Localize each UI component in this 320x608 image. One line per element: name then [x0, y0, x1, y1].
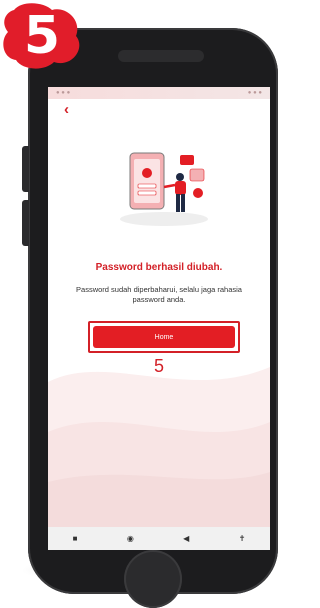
phone-home-button[interactable] — [124, 550, 182, 608]
speaker-grille — [118, 50, 204, 62]
success-illustration-icon — [120, 152, 208, 226]
home-button[interactable]: Home — [93, 326, 235, 348]
step-marker: 5 — [153, 356, 164, 376]
home-icon[interactable]: ◉ — [127, 534, 134, 543]
success-message: Password sudah diperbaharui, selalu jaga… — [76, 285, 242, 304]
accessibility-icon[interactable]: ✝ — [239, 534, 246, 543]
volume-down-button — [22, 200, 29, 246]
page-title: Password berhasil diubah. — [95, 262, 223, 273]
back-nav-icon[interactable]: ◀ — [183, 534, 189, 543]
recents-icon[interactable]: ■ — [73, 534, 78, 543]
step-badge-number: 5 — [23, 6, 61, 66]
back-icon[interactable]: ‹ — [64, 102, 69, 117]
status-left: ● ● ● — [56, 90, 71, 96]
status-bar: ● ● ● ● ● ● — [48, 87, 270, 99]
android-nav-bar: ■ ◉ ◀ ✝ — [48, 527, 270, 550]
app-screen: ● ● ● ● ● ● ‹ Password berhasil diubah. … — [48, 87, 270, 550]
status-right: ● ● ● — [247, 90, 262, 96]
volume-up-button — [22, 146, 29, 192]
